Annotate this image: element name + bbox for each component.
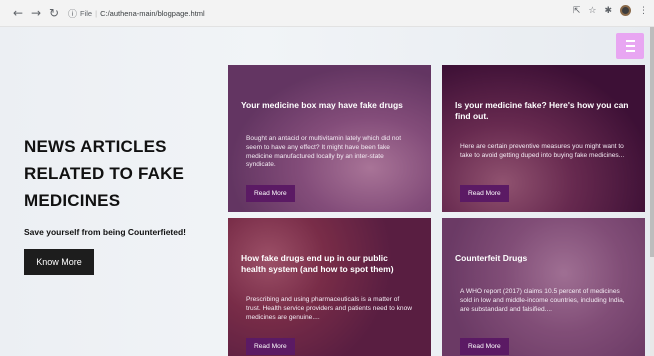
- card-text: A WHO report (2017) claims 10.5 percent …: [460, 288, 625, 313]
- info-icon[interactable]: ⓘ: [68, 7, 77, 20]
- profile-avatar-icon[interactable]: [620, 5, 631, 16]
- file-label: File: [80, 8, 93, 18]
- article-card: Counterfeit Drugs A WHO report (2017) cl…: [442, 218, 645, 356]
- share-icon[interactable]: ⇱: [573, 6, 581, 16]
- browser-toolbar: ← → ↻ ⓘ File | C:/authena-main/blogpage.…: [0, 0, 654, 27]
- browser-actions: ⇱ ☆ ✱ ⋮: [573, 5, 648, 16]
- extensions-icon[interactable]: ✱: [604, 6, 612, 16]
- card-title: How fake drugs end up in our public heal…: [241, 253, 394, 274]
- read-more-button[interactable]: Read More: [460, 185, 509, 202]
- read-more-button[interactable]: Read More: [246, 338, 295, 355]
- scrollbar-thumb[interactable]: [650, 27, 654, 257]
- read-more-button[interactable]: Read More: [460, 338, 509, 355]
- card-title: Is your medicine fake? Here's how you ca…: [455, 100, 629, 121]
- address-bar[interactable]: ⓘ File | C:/authena-main/blogpage.html: [68, 4, 488, 22]
- card-title: Your medicine box may have fake drugs: [241, 100, 403, 110]
- know-more-button[interactable]: Know More: [24, 249, 94, 275]
- page-body: NEWS ARTICLES RELATED TO FAKE MEDICINES …: [0, 27, 650, 356]
- card-title: Counterfeit Drugs: [455, 253, 528, 263]
- url-text: C:/authena-main/blogpage.html: [100, 8, 205, 18]
- more-menu-icon[interactable]: ⋮: [639, 6, 648, 16]
- forward-icon[interactable]: →: [28, 5, 44, 21]
- reload-icon[interactable]: ↻: [46, 5, 62, 21]
- address-separator: |: [95, 8, 98, 18]
- article-card: Is your medicine fake? Here's how you ca…: [442, 65, 645, 212]
- card-text: Here are certain preventive measures you…: [460, 143, 625, 159]
- page-title: NEWS ARTICLES RELATED TO FAKE MEDICINES: [24, 137, 185, 210]
- hamburger-icon[interactable]: [616, 33, 644, 59]
- back-icon[interactable]: ←: [10, 5, 26, 21]
- article-card: Your medicine box may have fake drugs Bo…: [228, 65, 431, 212]
- card-text: Bought an antacid or multivitamin lately…: [246, 135, 402, 169]
- card-text: Prescribing and using pharmaceuticals is…: [246, 296, 413, 321]
- article-card: How fake drugs end up in our public heal…: [228, 218, 431, 356]
- page-scrollbar[interactable]: [650, 27, 654, 356]
- star-icon[interactable]: ☆: [588, 6, 596, 16]
- hero-subtitle: Save yourself from being Counterfieted!: [24, 227, 186, 237]
- read-more-button[interactable]: Read More: [246, 185, 295, 202]
